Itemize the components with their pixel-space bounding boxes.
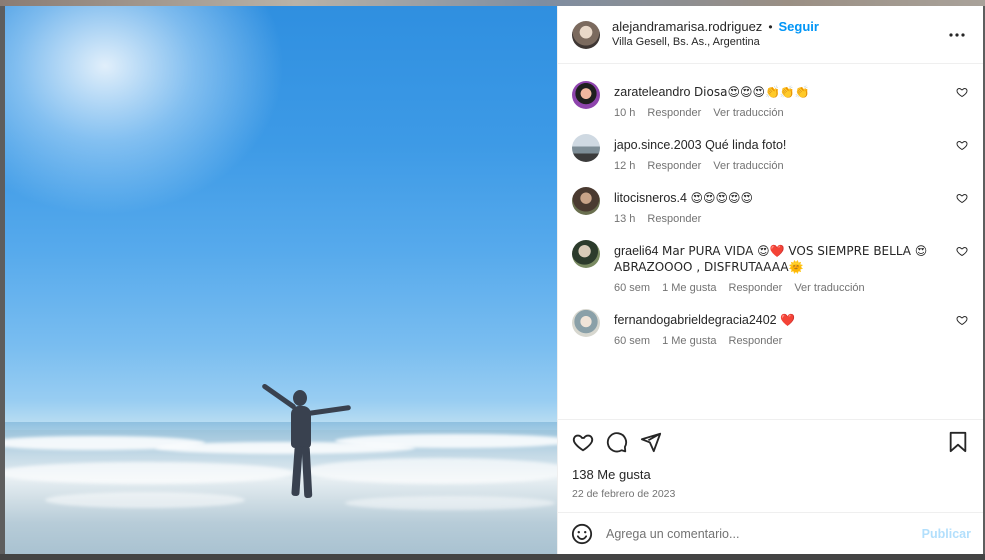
save-button[interactable]	[945, 429, 971, 455]
separator-dot: •	[768, 19, 773, 34]
comment-item: graeli64 Mar PURA VIDA 😍❤️ VOS SIEMPRE B…	[572, 240, 969, 294]
comment-time[interactable]: 12 h	[614, 160, 635, 172]
post-modal: alejandramarisa.rodriguez • Seguir Villa…	[5, 6, 983, 554]
reply-button[interactable]: Responder	[647, 160, 701, 172]
heart-icon	[572, 434, 594, 451]
publish-button[interactable]: Publicar	[922, 527, 971, 541]
wave-foam	[335, 434, 557, 448]
comment-button[interactable]	[604, 429, 630, 455]
post-side-panel: alejandramarisa.rodriguez • Seguir Villa…	[557, 6, 983, 554]
bookmark-icon	[949, 431, 967, 452]
share-icon	[640, 432, 662, 452]
commenter-username[interactable]: japo.since.2003	[614, 138, 702, 152]
see-translation-button[interactable]: Ver traducción	[713, 107, 783, 119]
comment-item: japo.since.2003 Qué linda foto! 12 h Res…	[572, 134, 969, 172]
person-silhouette	[245, 378, 365, 508]
comment-time[interactable]: 60 sem	[614, 335, 650, 347]
commenter-username[interactable]: graeli64	[614, 244, 658, 258]
author-username[interactable]: alejandramarisa.rodriguez	[612, 19, 762, 35]
share-button[interactable]	[638, 429, 664, 455]
comment-item: litocisneros.4 😍😍😍😍😍 13 h Responder	[572, 187, 969, 225]
like-button[interactable]	[570, 429, 596, 455]
see-translation-button[interactable]: Ver traducción	[713, 160, 783, 172]
post-actions-bar	[558, 419, 983, 463]
see-translation-button[interactable]: Ver traducción	[794, 282, 864, 294]
commenter-username[interactable]: litocisneros.4	[614, 191, 687, 205]
post-date[interactable]: 22 de febrero de 2023	[558, 482, 983, 512]
comment-likes-count[interactable]: 1 Me gusta	[662, 282, 716, 294]
comment-like-icon[interactable]	[955, 86, 969, 98]
post-location[interactable]: Villa Gesell, Bs. As., Argentina	[612, 36, 945, 50]
comment-text: 😍😍😍😍😍	[690, 191, 753, 205]
more-icon	[949, 32, 965, 37]
comment-time[interactable]: 60 sem	[614, 282, 650, 294]
comment-item: zarateleandro Diosa😍😍😍👏👏👏 10 h Responder…	[572, 81, 969, 119]
more-options-button[interactable]	[945, 23, 969, 47]
follow-button[interactable]: Seguir	[779, 19, 819, 35]
comment-likes-count[interactable]: 1 Me gusta	[662, 335, 716, 347]
sun-glow	[5, 6, 285, 216]
comment-time[interactable]: 10 h	[614, 107, 635, 119]
wave-foam	[45, 492, 245, 508]
comment-time[interactable]: 13 h	[614, 213, 635, 225]
commenter-avatar[interactable]	[572, 134, 600, 162]
comment-text: Qué linda foto!	[705, 138, 787, 152]
comment-input[interactable]	[606, 526, 922, 541]
add-comment-bar: Publicar	[558, 512, 983, 554]
comments-list[interactable]: zarateleandro Diosa😍😍😍👏👏👏 10 h Responder…	[558, 64, 983, 419]
reply-button[interactable]: Responder	[729, 335, 783, 347]
commenter-avatar[interactable]	[572, 81, 600, 109]
comment-icon	[606, 431, 628, 452]
commenter-avatar[interactable]	[572, 240, 600, 268]
reply-button[interactable]: Responder	[729, 282, 783, 294]
comment-text: ❤️	[780, 313, 796, 327]
commenter-avatar[interactable]	[572, 187, 600, 215]
comment-like-icon[interactable]	[955, 192, 969, 204]
commenter-username[interactable]: zarateleandro	[614, 85, 690, 99]
likes-count[interactable]: 138 Me gusta	[558, 463, 983, 482]
comment-text: Diosa😍😍😍👏👏👏	[693, 85, 810, 99]
author-avatar[interactable]	[572, 20, 600, 49]
commenter-avatar[interactable]	[572, 309, 600, 337]
emoji-button[interactable]	[570, 522, 594, 546]
wave-foam	[345, 496, 555, 510]
comment-like-icon[interactable]	[955, 314, 969, 326]
emoji-icon	[571, 523, 593, 544]
bottom-strip	[0, 554, 985, 560]
comment-item: fernandogabrieldegracia2402 ❤️ 60 sem 1 …	[572, 309, 969, 347]
post-header: alejandramarisa.rodriguez • Seguir Villa…	[558, 6, 983, 64]
post-photo[interactable]	[5, 6, 557, 554]
reply-button[interactable]: Responder	[647, 107, 701, 119]
commenter-username[interactable]: fernandogabrieldegracia2402	[614, 313, 777, 327]
comment-like-icon[interactable]	[955, 139, 969, 151]
reply-button[interactable]: Responder	[647, 213, 701, 225]
comment-like-icon[interactable]	[955, 245, 969, 257]
comment-text: Mar PURA VIDA 😍❤️ VOS SIEMPRE BELLA 😍 AB…	[614, 244, 928, 274]
